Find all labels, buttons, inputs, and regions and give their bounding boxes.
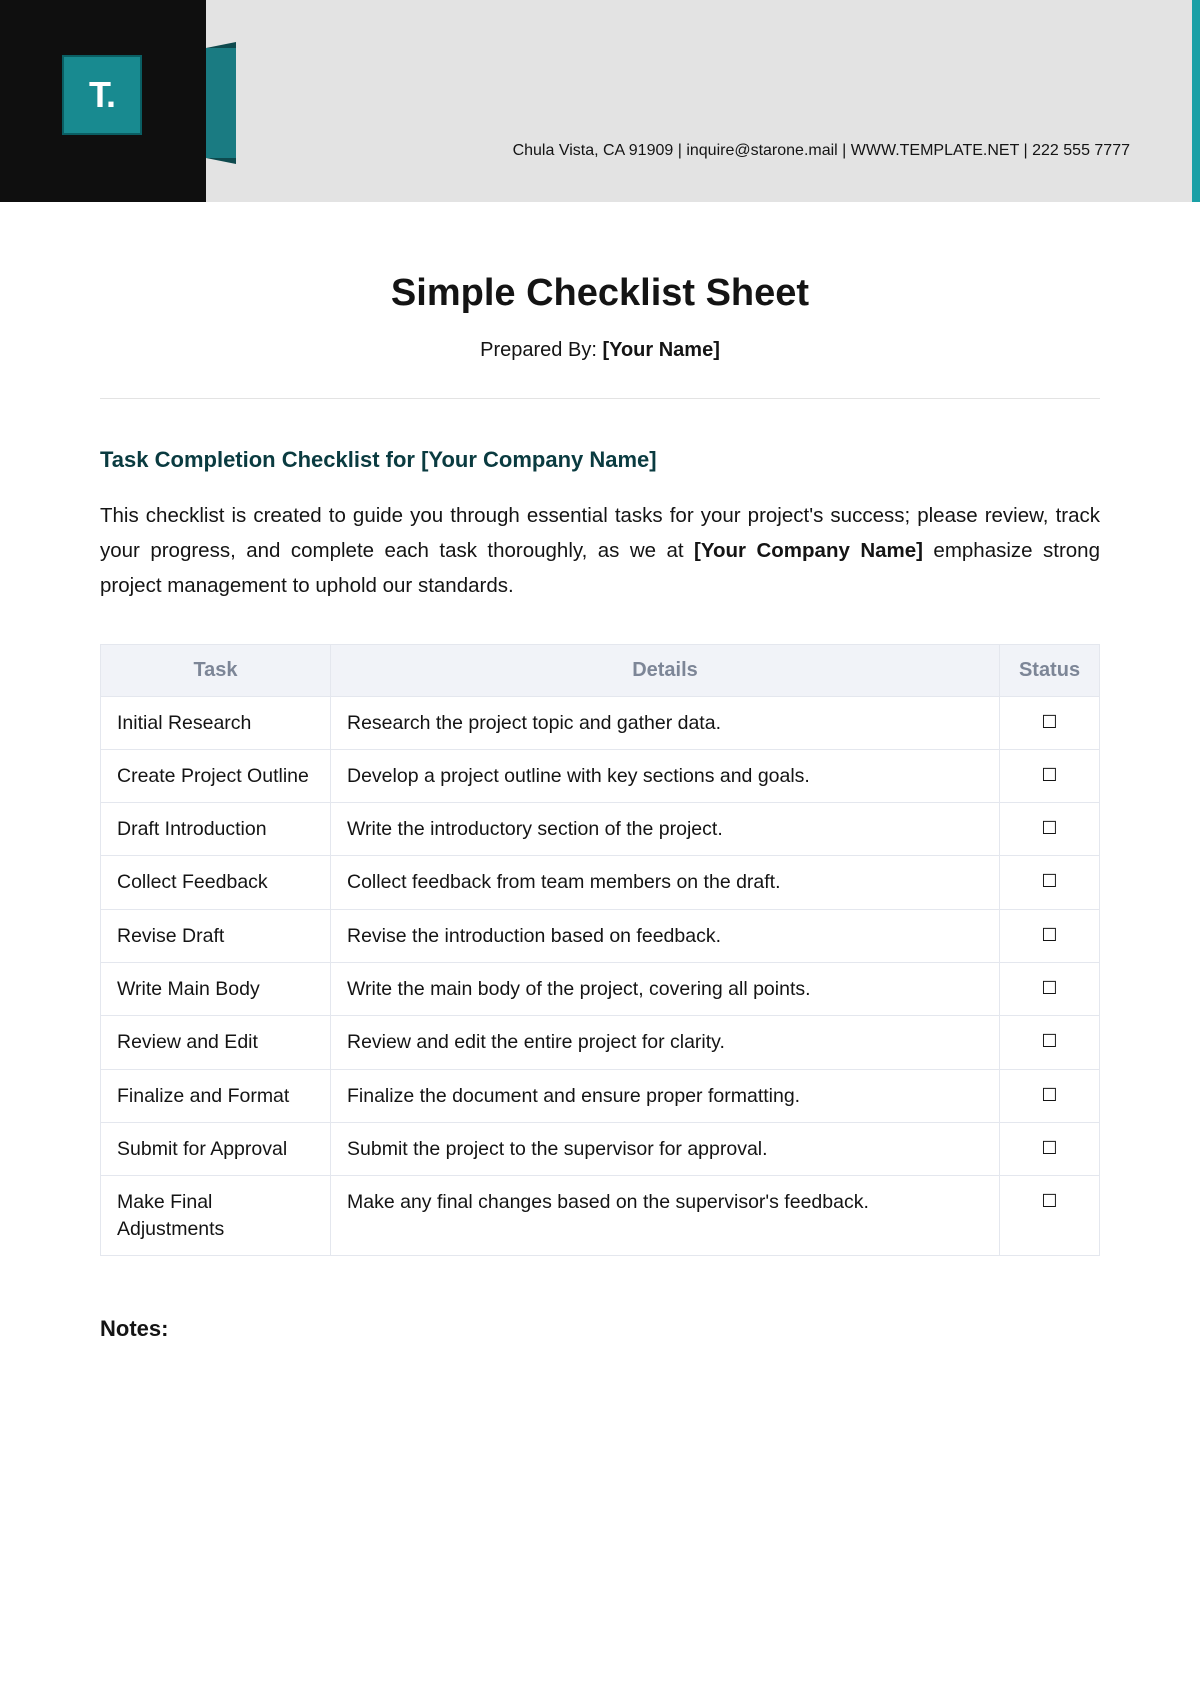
cell-details: Collect feedback from team members on th… <box>331 856 1000 909</box>
cell-details: Develop a project outline with key secti… <box>331 749 1000 802</box>
section-heading: Task Completion Checklist for [Your Comp… <box>100 447 1100 473</box>
intro-paragraph: This checklist is created to guide you t… <box>100 499 1100 604</box>
cell-details: Finalize the document and ensure proper … <box>331 1069 1000 1122</box>
cell-status-checkbox[interactable]: ☐ <box>1000 1176 1100 1256</box>
prepared-by-value: [Your Name] <box>602 339 719 361</box>
cell-details: Make any final changes based on the supe… <box>331 1176 1000 1256</box>
table-header-row: Task Details Status <box>101 644 1100 696</box>
logo-letter: T. <box>89 74 115 116</box>
header-details: Details <box>331 644 1000 696</box>
cell-task: Submit for Approval <box>101 1123 331 1176</box>
notes-label: Notes: <box>100 1316 1100 1342</box>
cell-status-checkbox[interactable]: ☐ <box>1000 909 1100 962</box>
contact-line: Chula Vista, CA 91909 | inquire@starone.… <box>300 142 1130 160</box>
teal-tab-accent <box>206 48 236 158</box>
cell-details: Write the introductory section of the pr… <box>331 803 1000 856</box>
cell-task: Create Project Outline <box>101 749 331 802</box>
table-row: Revise DraftRevise the introduction base… <box>101 909 1100 962</box>
checklist-table: Task Details Status Initial ResearchRese… <box>100 644 1100 1256</box>
cell-status-checkbox[interactable]: ☐ <box>1000 803 1100 856</box>
cell-details: Write the main body of the project, cove… <box>331 963 1000 1016</box>
cell-task: Review and Edit <box>101 1016 331 1069</box>
right-accent-bar <box>1192 0 1200 202</box>
cell-task: Write Main Body <box>101 963 331 1016</box>
header-band: T. Chula Vista, CA 91909 | inquire@staro… <box>0 0 1200 202</box>
cell-task: Initial Research <box>101 696 331 749</box>
intro-bold-company: [Your Company Name] <box>694 539 923 562</box>
document-content: Simple Checklist Sheet Prepared By: [You… <box>0 202 1200 1382</box>
cell-status-checkbox[interactable]: ☐ <box>1000 696 1100 749</box>
table-row: Submit for ApprovalSubmit the project to… <box>101 1123 1100 1176</box>
cell-task: Collect Feedback <box>101 856 331 909</box>
table-row: Finalize and FormatFinalize the document… <box>101 1069 1100 1122</box>
table-row: Collect FeedbackCollect feedback from te… <box>101 856 1100 909</box>
table-row: Review and EditReview and edit the entir… <box>101 1016 1100 1069</box>
cell-status-checkbox[interactable]: ☐ <box>1000 1016 1100 1069</box>
table-row: Create Project OutlineDevelop a project … <box>101 749 1100 802</box>
cell-task: Revise Draft <box>101 909 331 962</box>
prepared-by-label: Prepared By: <box>480 339 602 361</box>
cell-details: Review and edit the entire project for c… <box>331 1016 1000 1069</box>
cell-status-checkbox[interactable]: ☐ <box>1000 856 1100 909</box>
cell-task: Make Final Adjustments <box>101 1176 331 1256</box>
table-row: Draft IntroductionWrite the introductory… <box>101 803 1100 856</box>
prepared-by-line: Prepared By: [Your Name] <box>100 339 1100 362</box>
cell-task: Draft Introduction <box>101 803 331 856</box>
logo-box: T. <box>62 55 142 135</box>
cell-status-checkbox[interactable]: ☐ <box>1000 1123 1100 1176</box>
header-status: Status <box>1000 644 1100 696</box>
cell-details: Submit the project to the supervisor for… <box>331 1123 1000 1176</box>
header-task: Task <box>101 644 331 696</box>
table-row: Make Final AdjustmentsMake any final cha… <box>101 1176 1100 1256</box>
cell-status-checkbox[interactable]: ☐ <box>1000 749 1100 802</box>
cell-status-checkbox[interactable]: ☐ <box>1000 1069 1100 1122</box>
cell-status-checkbox[interactable]: ☐ <box>1000 963 1100 1016</box>
cell-details: Research the project topic and gather da… <box>331 696 1000 749</box>
cell-task: Finalize and Format <box>101 1069 331 1122</box>
table-row: Initial ResearchResearch the project top… <box>101 696 1100 749</box>
divider <box>100 398 1100 399</box>
cell-details: Revise the introduction based on feedbac… <box>331 909 1000 962</box>
table-row: Write Main BodyWrite the main body of th… <box>101 963 1100 1016</box>
document-title: Simple Checklist Sheet <box>100 272 1100 315</box>
